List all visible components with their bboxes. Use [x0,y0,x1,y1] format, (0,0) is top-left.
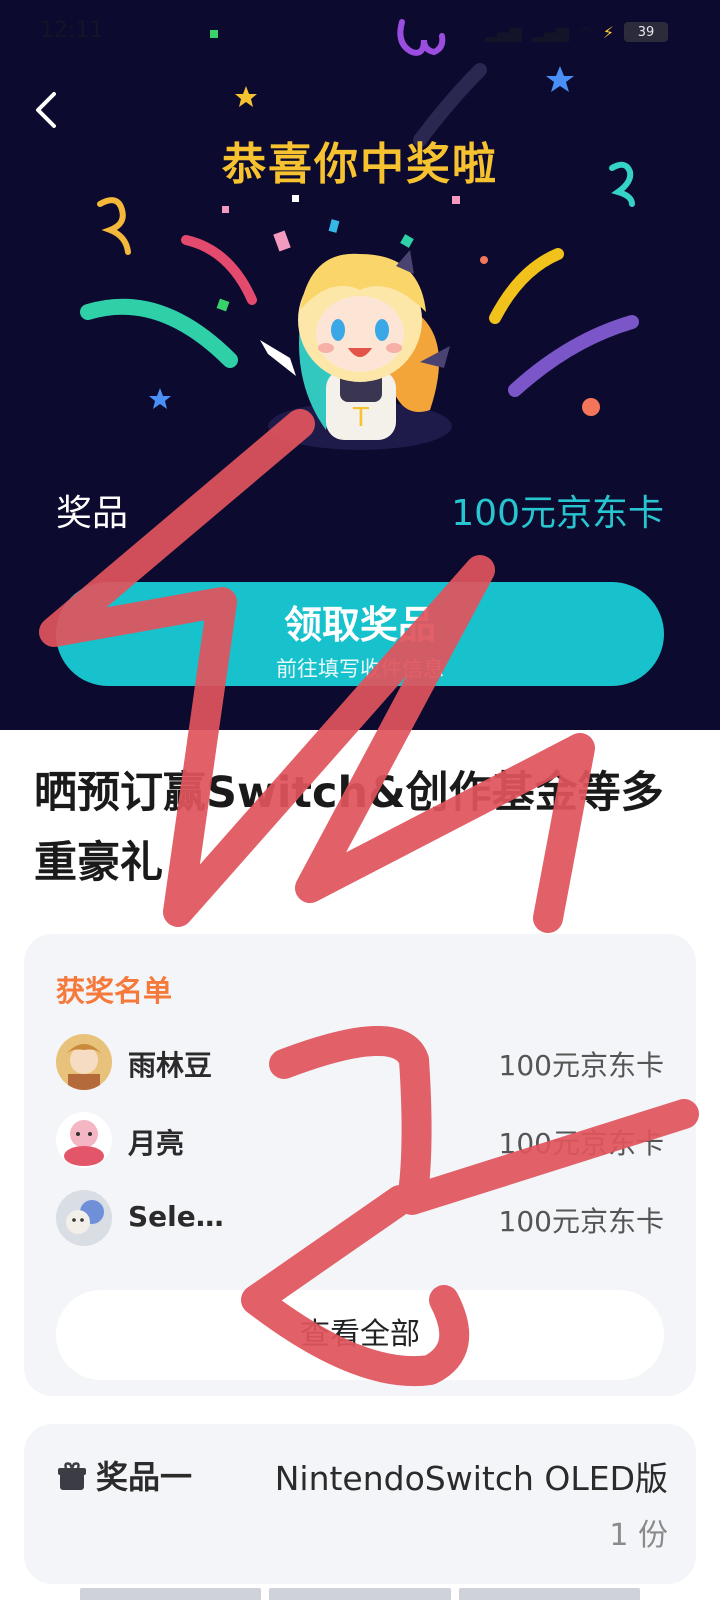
list-item: 雨林豆 100元京东卡 [56,1034,664,1090]
charging-icon: ⚡ [602,22,614,42]
bottom-bar-segment [269,1588,451,1600]
signal-icon: ▂▄▆ [484,22,522,42]
list-item: 月亮 100元京东卡 [56,1112,664,1168]
winner-name: 月亮 [128,1127,185,1160]
avatar [56,1112,112,1168]
winner-prize: 100元京东卡 [498,1049,664,1082]
winner-name: 雨林豆 [128,1049,213,1082]
status-bar: 12:11 ▂▄▆ ▂▄▆ ◠ ⚡ 39 [0,0,720,64]
svg-text:T: T [352,403,369,433]
prize-value: 100元京东卡 [451,493,664,534]
winner-prize: 100元京东卡 [498,1127,664,1160]
winners-card: 获奖名单 雨林豆 100元京东卡 月亮 100元京东卡 Sele… 100元京东… [24,934,696,1396]
signal-icon-2: ▂▄▆ [531,22,569,42]
bottom-bar-segment [458,1588,640,1600]
prize-row: 奖品 100元京东卡 [56,484,664,536]
battery-icon: 39 [624,22,668,42]
wifi-icon: ◠ [578,22,593,42]
winner-prize: 100元京东卡 [498,1205,664,1238]
view-all-button[interactable]: 查看全部 [56,1290,664,1380]
bottom-tab-placeholders [80,1588,640,1600]
prize-detail-card: 奖品一 NintendoSwitch OLED版 1 份 [24,1424,696,1584]
prize-tier-label: 奖品一 [96,1458,193,1496]
content-area: 晒预订赢Switch&创作基金等多重豪礼 获奖名单 雨林豆 100元京东卡 月亮… [0,730,720,1600]
prize-quantity: 1 份 [609,1518,668,1553]
event-title: 晒预订赢Switch&创作基金等多重豪礼 [34,768,664,888]
prize-name: NintendoSwitch OLED版 [274,1459,668,1498]
hero-banner: 12:11 ▂▄▆ ▂▄▆ ◠ ⚡ 39 恭喜你中奖啦 T 奖品 100元京东卡… [0,0,720,730]
status-icons: ▂▄▆ ▂▄▆ ◠ ⚡ 39 [485,22,668,42]
back-button[interactable] [28,88,68,132]
claim-button-label: 领取奖品 [283,603,436,647]
app-logo-icon [397,19,446,56]
claim-prize-button[interactable]: 领取奖品 前往填写收件信息 [56,582,664,686]
status-time: 12:11 [40,18,104,43]
bottom-bar-segment [80,1588,262,1600]
avatar [56,1190,112,1246]
list-item: Sele… 100元京东卡 [56,1190,664,1246]
prize-label: 奖品 [56,493,129,534]
congrats-title: 恭喜你中奖啦 [222,139,498,190]
mascot-illustration: T [260,250,452,450]
chevron-left-icon [36,92,56,128]
gift-icon [58,1462,86,1490]
winners-title: 获奖名单 [56,974,173,1008]
winner-name: Sele… [128,1200,224,1233]
avatar [56,1034,112,1090]
claim-button-subtext: 前往填写收件信息 [276,657,444,681]
